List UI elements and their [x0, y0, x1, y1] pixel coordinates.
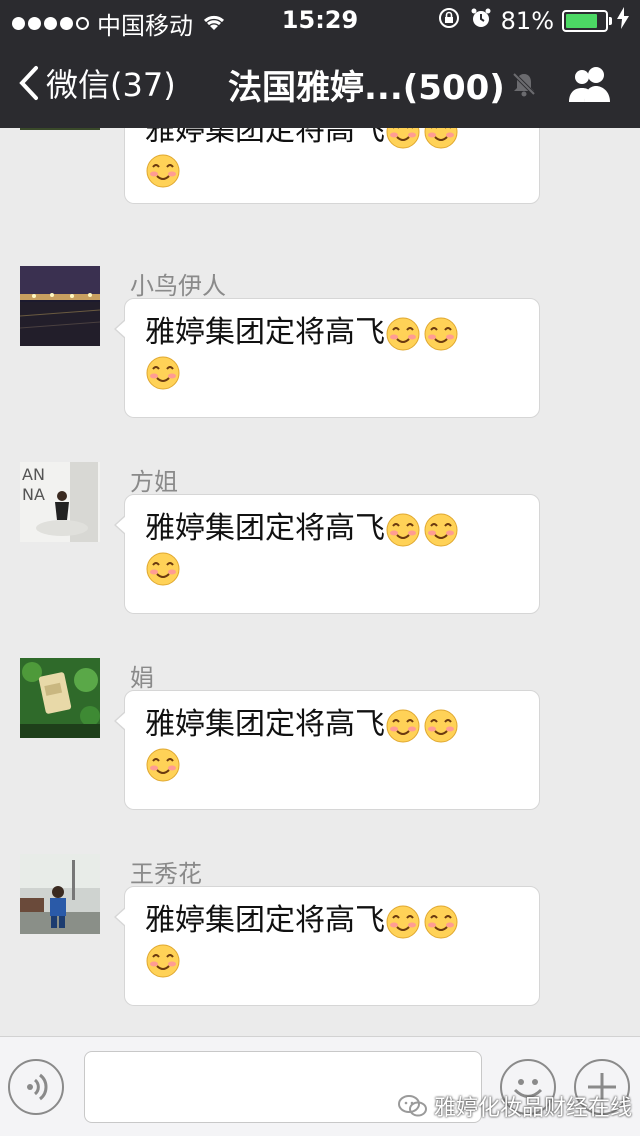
mute-bell-icon [510, 70, 538, 102]
avatar[interactable]: AN NA [20, 462, 100, 542]
smiling-face-emoji-icon [146, 748, 180, 782]
avatar[interactable] [20, 854, 100, 934]
sender-name: 王秀花 [130, 860, 202, 888]
message-bubble[interactable]: 雅婷集团定将高飞 [114, 690, 540, 810]
battery-percent: 81% [500, 7, 554, 35]
group-members-icon[interactable] [566, 64, 614, 108]
avatar[interactable] [20, 128, 100, 130]
message-text: 雅婷集团定将高飞 [145, 315, 385, 350]
smiling-face-emoji-icon [146, 154, 180, 188]
smiling-face-emoji-icon [424, 128, 458, 148]
smiling-face-emoji-icon [386, 709, 420, 742]
sender-name: 小鸟伊人 [130, 272, 226, 300]
message-list[interactable]: 雅婷集团定将高飞 小鸟伊人 雅婷集团定将高飞 ANNA 方姐 雅婷集团定将高飞 [0, 128, 640, 1036]
message-text: 雅婷集团定将高飞 [145, 511, 385, 546]
chevron-left-icon [19, 66, 38, 100]
chat-title: 法国雅婷...(500) [228, 68, 505, 108]
status-bar: 中国移动 15:29 81% [0, 0, 640, 40]
smiling-face-emoji-icon [424, 709, 458, 742]
voice-input-button[interactable] [8, 1059, 64, 1115]
smiling-face-emoji-icon [386, 128, 420, 148]
message-text: 雅婷集团定将高飞 [145, 903, 385, 938]
watermark: 雅婷化妆品财经在线 [398, 1090, 632, 1122]
chat-header: 微信(37) 法国雅婷...(500) [0, 40, 640, 128]
battery-icon [562, 10, 612, 32]
smiling-face-emoji-icon [146, 944, 180, 978]
smiling-face-emoji-icon [146, 356, 180, 390]
message-bubble[interactable]: 雅婷集团定将高飞 [114, 128, 540, 204]
alarm-icon [469, 6, 493, 36]
message-bubble[interactable]: 雅婷集团定将高飞 [114, 494, 540, 614]
battery-fill [566, 14, 597, 28]
smiling-face-emoji-icon [424, 317, 458, 350]
smiling-face-emoji-icon [424, 513, 458, 546]
charging-icon [616, 7, 630, 35]
avatar[interactable] [20, 658, 100, 738]
message-text: 雅婷集团定将高飞 [145, 707, 385, 742]
back-label: 微信(37) [46, 66, 176, 104]
sender-name: 娟 [130, 664, 154, 692]
message-bubble[interactable]: 雅婷集团定将高飞 [114, 298, 540, 418]
smiling-face-emoji-icon [424, 905, 458, 938]
orientation-lock-icon [437, 6, 461, 36]
smiling-face-emoji-icon [386, 905, 420, 938]
back-button[interactable]: 微信(37) [18, 60, 176, 106]
svg-text:NA: NA [22, 485, 45, 504]
smiling-face-emoji-icon [386, 513, 420, 546]
svg-text:AN: AN [22, 465, 45, 484]
watermark-text: 雅婷化妆品财经在线 [434, 1096, 633, 1121]
avatar[interactable] [20, 266, 100, 346]
voice-icon [27, 1073, 48, 1101]
message-bubble[interactable]: 雅婷集团定将高飞 [114, 886, 540, 1006]
wechat-logo-icon [398, 1095, 427, 1117]
smiling-face-emoji-icon [386, 317, 420, 350]
smiling-face-emoji-icon [146, 552, 180, 586]
message-text: 雅婷集团定将高飞 [145, 128, 385, 148]
status-right: 81% [437, 6, 630, 36]
sender-name: 方姐 [130, 468, 178, 496]
